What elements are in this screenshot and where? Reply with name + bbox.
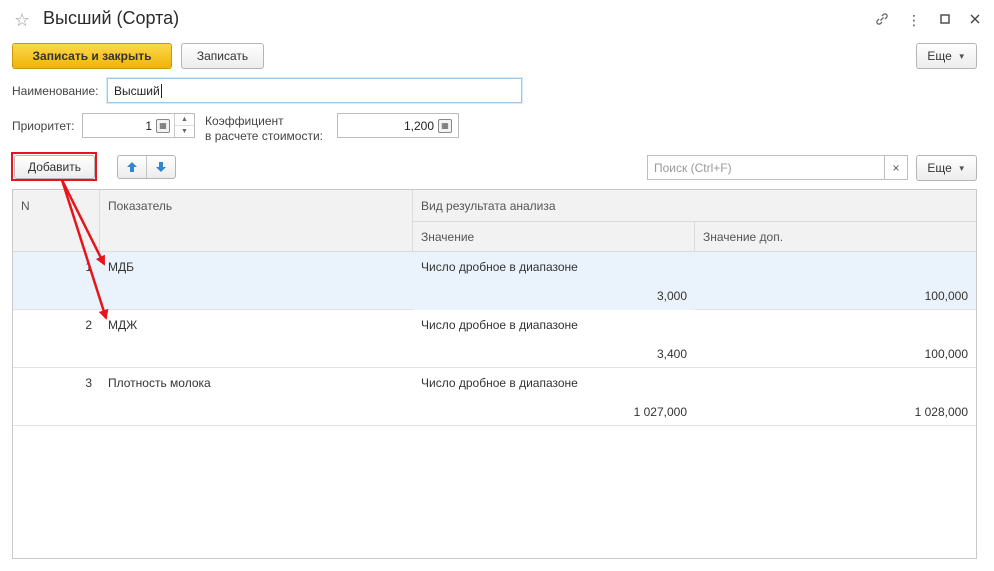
stepper-up-icon[interactable]: ▲ [175,114,194,126]
coef-label: Коэффициент в расчете стоимости: [205,114,323,144]
link-icon[interactable] [873,11,891,29]
header-divider [413,221,976,222]
table-header: N Показатель Вид результата анализа Знач… [13,190,976,252]
coef-label-line2: в расчете стоимости: [205,129,324,143]
name-value: Высший [114,83,160,98]
row-indicator: Плотность молока [108,376,211,390]
close-icon[interactable] [966,11,984,29]
table-more-label: Еще [927,161,952,175]
row-value: 3,400 [656,347,687,361]
priority-input[interactable]: 1 ▦ ▲ ▼ [82,113,195,138]
row-value-extra: 100,000 [924,289,968,303]
calculator-icon[interactable]: ▦ [156,118,170,133]
add-button[interactable]: Добавить [14,155,95,179]
calculator-icon[interactable]: ▦ [438,118,452,133]
move-up-icon[interactable] [118,156,147,178]
row-indicator: МДБ [108,260,134,274]
col-n[interactable]: N [13,190,99,221]
indicators-table: N Показатель Вид результата анализа Знач… [12,189,977,559]
name-input[interactable]: Высший [107,78,522,103]
more-vertical-icon[interactable]: ⋮ [905,11,923,29]
row-indicator: МДЖ [108,318,138,332]
header-divider [694,221,695,252]
row-result-type: Число дробное в диапазоне [421,318,578,332]
move-buttons-group [117,155,176,179]
col-result-type[interactable]: Вид результата анализа [413,190,976,221]
window-title: Высший (Сорта) [43,8,180,28]
text-cursor [160,83,162,98]
table-row[interactable]: 1 МДБ Число дробное в диапазоне 3,000 10… [13,252,976,310]
row-value-extra: 1 028,000 [914,405,968,419]
more-menu-label: Еще [927,49,952,63]
search-placeholder: Поиск (Ctrl+F) [654,160,732,175]
priority-stepper[interactable]: ▲ ▼ [174,114,194,137]
priority-value: 1 [145,118,152,133]
row-value: 1 027,000 [633,405,687,419]
col-value[interactable]: Значение [413,221,695,252]
search-input[interactable]: Поиск (Ctrl+F) [647,155,885,180]
coef-input[interactable]: 1,200 ▦ [337,113,459,138]
favorite-star-icon[interactable]: ☆ [14,10,30,31]
chevron-down-icon: ▼ [957,163,966,173]
priority-label: Приоритет: [12,119,75,133]
save-and-close-button[interactable]: Записать и закрыть [12,43,172,69]
row-number: 2 [85,318,92,332]
coef-label-line1: Коэффициент [205,114,284,128]
row-number: 3 [85,376,92,390]
table-row[interactable]: 2 МДЖ Число дробное в диапазоне 3,400 10… [13,310,976,368]
move-down-icon[interactable] [147,156,175,178]
table-more-button[interactable]: Еще ▼ [916,155,977,181]
row-result-type: Число дробное в диапазоне [421,260,578,274]
table-row[interactable]: 3 Плотность молока Число дробное в диапа… [13,368,976,426]
col-value-extra[interactable]: Значение доп. [695,221,976,252]
row-value-extra: 100,000 [924,347,968,361]
row-result-type: Число дробное в диапазоне [421,376,578,390]
chevron-down-icon: ▼ [957,51,966,61]
maximize-icon[interactable] [936,11,954,29]
clear-search-button[interactable]: × [884,155,908,180]
row-value: 3,000 [656,289,687,303]
col-indicator[interactable]: Показатель [100,190,412,221]
coef-value: 1,200 [403,118,434,133]
name-label: Наименование: [12,84,99,98]
more-menu-button[interactable]: Еще ▼ [916,43,977,69]
stepper-down-icon[interactable]: ▼ [175,126,194,137]
header-divider [99,190,100,252]
row-number: 1 [85,260,92,274]
save-button[interactable]: Записать [181,43,264,69]
